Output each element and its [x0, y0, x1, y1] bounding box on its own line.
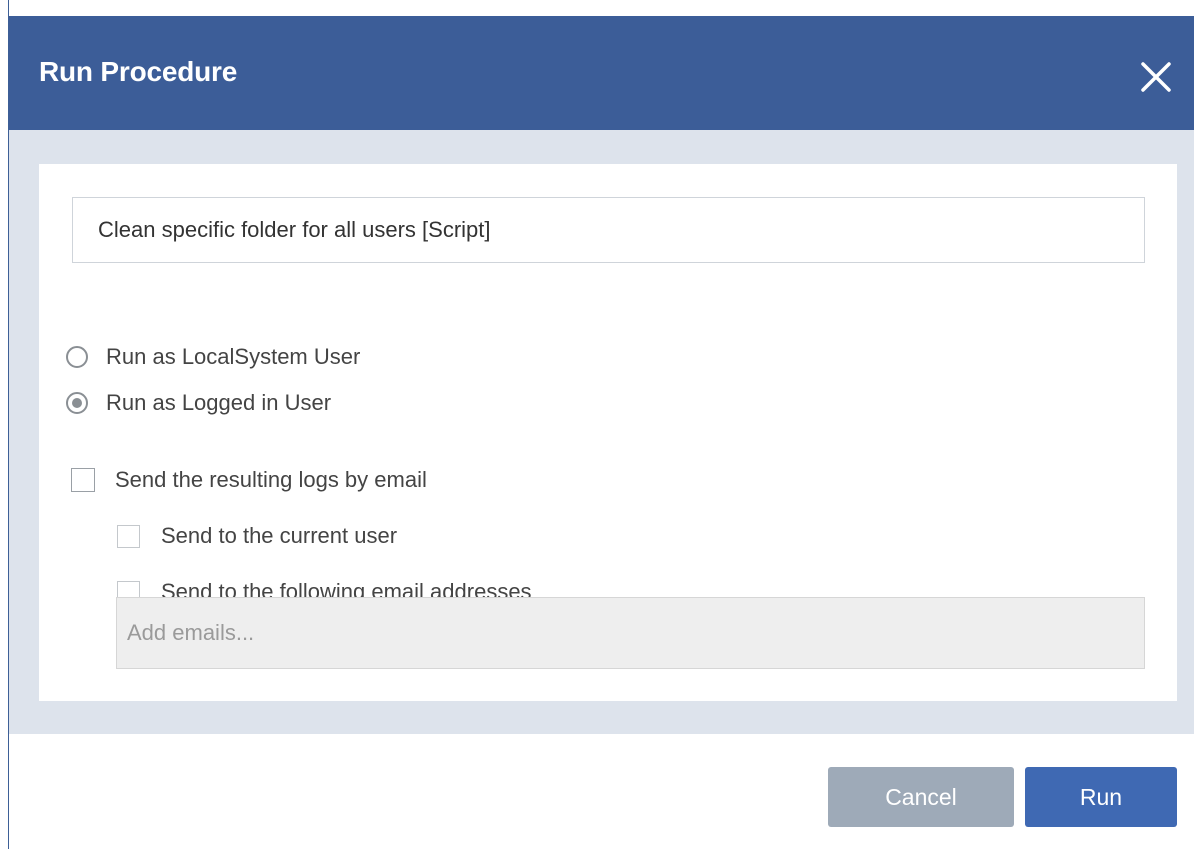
- send-logs-label: Send the resulting logs by email: [115, 467, 427, 492]
- dialog-title: Run Procedure: [39, 56, 238, 87]
- radio-checked-icon[interactable]: [66, 392, 88, 414]
- dialog-body: Clean specific folder for all users [Scr…: [9, 130, 1194, 734]
- send-logs-option[interactable]: Send the resulting logs by email: [71, 463, 427, 497]
- dialog-footer: Cancel Run: [9, 734, 1194, 849]
- run-button[interactable]: Run: [1025, 767, 1177, 827]
- form-panel: Clean specific folder for all users [Scr…: [39, 164, 1177, 701]
- run-as-localsystem-label: Run as LocalSystem User: [106, 344, 361, 369]
- run-as-localsystem-option[interactable]: Run as LocalSystem User: [66, 340, 360, 374]
- run-as-logged-in-option[interactable]: Run as Logged in User: [66, 386, 331, 420]
- procedure-name-field[interactable]: Clean specific folder for all users [Scr…: [72, 197, 1145, 263]
- cancel-button[interactable]: Cancel: [828, 767, 1014, 827]
- close-icon[interactable]: [1137, 58, 1175, 96]
- run-procedure-dialog: Run Procedure Clean specific folder for …: [8, 0, 1194, 849]
- dialog-header: Run Procedure: [9, 16, 1194, 130]
- send-current-user-checkbox[interactable]: [117, 524, 140, 548]
- run-as-logged-in-label: Run as Logged in User: [106, 390, 332, 415]
- send-current-user-option[interactable]: Send to the current user: [117, 519, 397, 553]
- send-current-user-label: Send to the current user: [161, 523, 398, 548]
- send-logs-checkbox[interactable]: [71, 468, 95, 492]
- emails-input[interactable]: Add emails...: [116, 597, 1145, 669]
- radio-unchecked-icon[interactable]: [66, 346, 88, 368]
